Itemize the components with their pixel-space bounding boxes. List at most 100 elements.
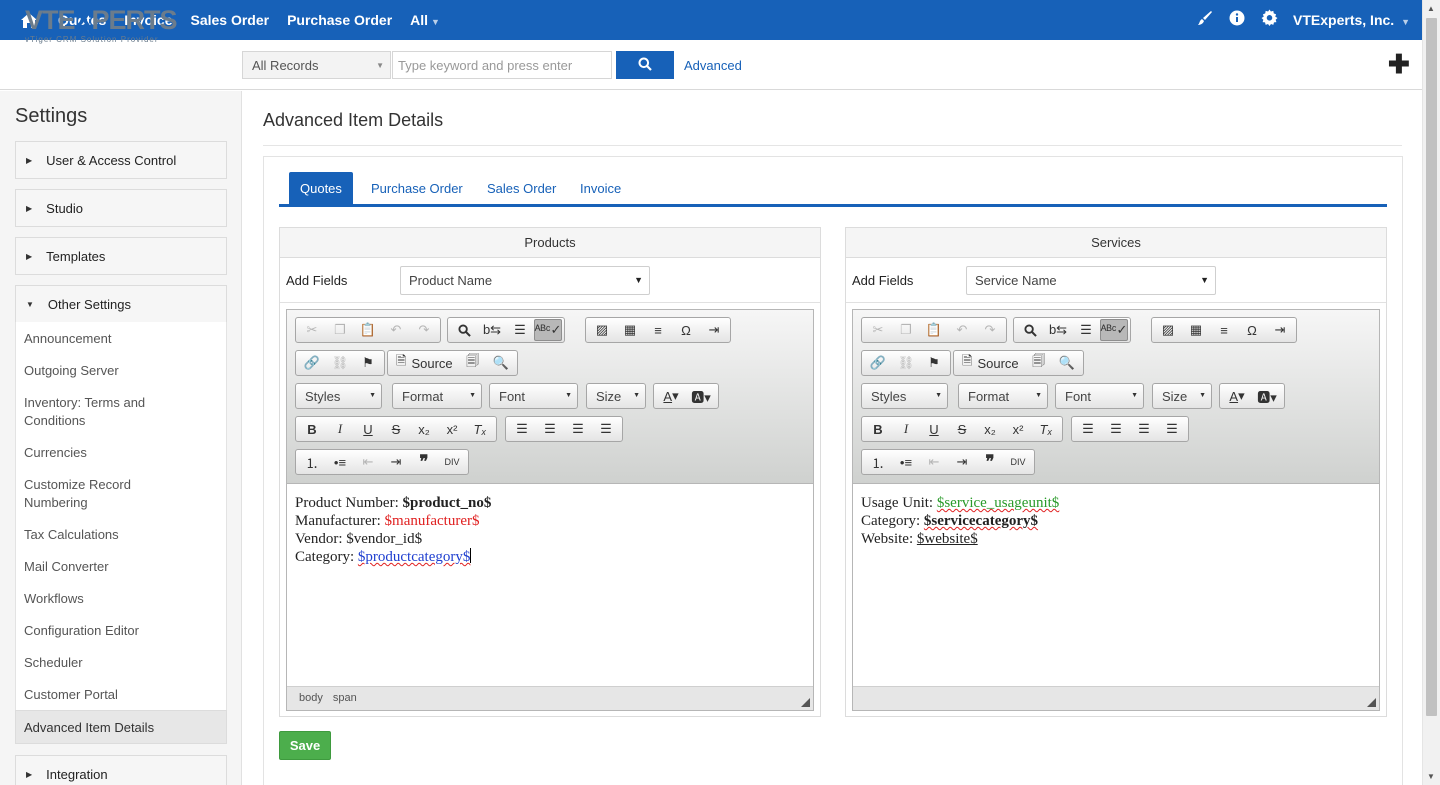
styles-dropdown[interactable]: Styles ▼	[295, 383, 382, 409]
advanced-search-link[interactable]: Advanced	[684, 58, 742, 73]
blockquote-icon[interactable]: ❞	[976, 451, 1004, 473]
align-left-icon[interactable]: ☰	[1074, 418, 1102, 440]
text-color-icon[interactable]: A ▾	[656, 385, 686, 407]
product-field-select[interactable]: Product Name ▼	[400, 266, 650, 295]
indent-icon[interactable]: ⇥	[382, 451, 410, 473]
redo-icon[interactable]: ↷	[976, 319, 1004, 341]
templates-icon[interactable]: 🗐	[1025, 352, 1053, 374]
font-dropdown[interactable]: Font ▼	[1055, 383, 1144, 409]
sidebar-item-mail-converter[interactable]: Mail Converter	[24, 558, 214, 576]
search-input[interactable]	[392, 51, 612, 79]
sidebar-item-customize-record-numbering[interactable]: Customize Record Numbering	[24, 476, 144, 512]
align-left-icon[interactable]: ☰	[508, 418, 536, 440]
select-all-icon[interactable]: ☰	[1072, 319, 1100, 341]
anchor-flag-icon[interactable]: ⚑	[354, 352, 382, 374]
copy-icon[interactable]: ❐	[326, 319, 354, 341]
bold-icon[interactable]: B	[298, 418, 326, 440]
sidebar-item-advanced-item-details[interactable]: Advanced Item Details	[15, 710, 227, 744]
copy-icon[interactable]: ❐	[892, 319, 920, 341]
underline-icon[interactable]: U	[354, 418, 382, 440]
format-dropdown[interactable]: Format ▼	[958, 383, 1048, 409]
special-char-icon[interactable]: Ω	[1238, 319, 1266, 341]
strikethrough-icon[interactable]: S	[382, 418, 410, 440]
page-break-icon[interactable]: ⇥	[700, 319, 728, 341]
paste-icon[interactable]: 📋	[920, 319, 948, 341]
sidebar-section-user-access-control[interactable]: ▶ User & Access Control	[15, 141, 227, 179]
superscript-icon[interactable]: x²	[438, 418, 466, 440]
align-justify-icon[interactable]: ☰	[592, 418, 620, 440]
records-filter-select[interactable]: All Records ▼	[242, 51, 391, 79]
scrollbar-thumb[interactable]	[1426, 18, 1437, 716]
source-button[interactable]: 🗎 Source	[956, 352, 1025, 374]
resize-handle-icon[interactable]	[1367, 698, 1376, 707]
spellcheck-icon[interactable]: ᴬᴮᶜ✓	[534, 319, 562, 341]
tab-sales-order[interactable]: Sales Order	[487, 172, 556, 204]
nav-sales-order[interactable]: Sales Order	[190, 12, 269, 28]
indent-icon[interactable]: ⇥	[948, 451, 976, 473]
size-dropdown[interactable]: Size ▼	[1152, 383, 1212, 409]
align-right-icon[interactable]: ☰	[1130, 418, 1158, 440]
page-scrollbar[interactable]: ▲ ▼	[1422, 0, 1440, 785]
subscript-icon[interactable]: x₂	[410, 418, 438, 440]
undo-icon[interactable]: ↶	[382, 319, 410, 341]
tab-purchase-order[interactable]: Purchase Order	[371, 172, 463, 204]
image-icon[interactable]: ▨	[588, 319, 616, 341]
blockquote-icon[interactable]: ❞	[410, 451, 438, 473]
image-icon[interactable]: ▨	[1154, 319, 1182, 341]
italic-icon[interactable]: I	[326, 418, 354, 440]
add-icon[interactable]: ✚	[1388, 50, 1410, 78]
redo-icon[interactable]: ↷	[410, 319, 438, 341]
subscript-icon[interactable]: x₂	[976, 418, 1004, 440]
sidebar-section-integration[interactable]: ▶ Integration	[15, 755, 227, 785]
background-color-icon[interactable]: 🅰▾	[686, 385, 716, 407]
special-char-icon[interactable]: Ω	[672, 319, 700, 341]
numbered-list-icon[interactable]: ⒈	[298, 451, 326, 473]
undo-icon[interactable]: ↶	[948, 319, 976, 341]
sidebar-item-currencies[interactable]: Currencies	[24, 444, 214, 462]
replace-icon[interactable]: b⇆	[478, 319, 506, 341]
table-icon[interactable]: ▦	[616, 319, 644, 341]
tab-invoice[interactable]: Invoice	[580, 172, 621, 204]
services-editor-content[interactable]: Usage Unit: $service_usageunit$ Category…	[853, 485, 1379, 685]
div-container-icon[interactable]: DIV	[1004, 451, 1032, 473]
cut-icon[interactable]: ✂	[864, 319, 892, 341]
italic-icon[interactable]: I	[892, 418, 920, 440]
bulleted-list-icon[interactable]: •≡	[892, 451, 920, 473]
service-field-select[interactable]: Service Name ▼	[966, 266, 1216, 295]
gear-icon[interactable]	[1253, 9, 1285, 31]
sidebar-section-other-settings[interactable]: ▼ Other Settings	[15, 285, 227, 323]
sidebar-item-workflows[interactable]: Workflows	[24, 590, 214, 608]
remove-format-icon[interactable]: Tₓ	[466, 418, 494, 440]
tab-quotes[interactable]: Quotes	[289, 172, 353, 204]
styles-dropdown[interactable]: Styles ▼	[861, 383, 948, 409]
sidebar-section-studio[interactable]: ▶ Studio	[15, 189, 227, 227]
underline-icon[interactable]: U	[920, 418, 948, 440]
find-icon[interactable]	[1016, 319, 1044, 341]
bulleted-list-icon[interactable]: •≡	[326, 451, 354, 473]
source-button[interactable]: 🗎 Source	[390, 352, 459, 374]
save-button[interactable]: Save	[279, 731, 331, 760]
anchor-flag-icon[interactable]: ⚑	[920, 352, 948, 374]
spellcheck-icon[interactable]: ᴬᴮᶜ✓	[1100, 319, 1128, 341]
text-color-icon[interactable]: A ▾	[1222, 385, 1252, 407]
remove-format-icon[interactable]: Tₓ	[1032, 418, 1060, 440]
replace-icon[interactable]: b⇆	[1044, 319, 1072, 341]
path-span[interactable]: span	[333, 692, 357, 705]
find-icon[interactable]	[450, 319, 478, 341]
select-all-icon[interactable]: ☰	[506, 319, 534, 341]
superscript-icon[interactable]: x²	[1004, 418, 1032, 440]
sidebar-item-tax-calculations[interactable]: Tax Calculations	[24, 526, 214, 544]
products-editor-content[interactable]: Product Number: $product_no$ Manufacture…	[287, 485, 813, 685]
strikethrough-icon[interactable]: S	[948, 418, 976, 440]
horizontal-rule-icon[interactable]: ≡	[644, 319, 672, 341]
path-body[interactable]: body	[299, 692, 323, 705]
outdent-icon[interactable]: ⇤	[354, 451, 382, 473]
sidebar-item-customer-portal[interactable]: Customer Portal	[24, 686, 214, 704]
font-dropdown[interactable]: Font ▼	[489, 383, 578, 409]
horizontal-rule-icon[interactable]: ≡	[1210, 319, 1238, 341]
align-center-icon[interactable]: ☰	[1102, 418, 1130, 440]
preview-icon[interactable]: 🔍	[1053, 352, 1081, 374]
preview-icon[interactable]: 🔍	[487, 352, 515, 374]
scroll-down-icon[interactable]: ▼	[1427, 772, 1435, 781]
format-dropdown[interactable]: Format ▼	[392, 383, 482, 409]
